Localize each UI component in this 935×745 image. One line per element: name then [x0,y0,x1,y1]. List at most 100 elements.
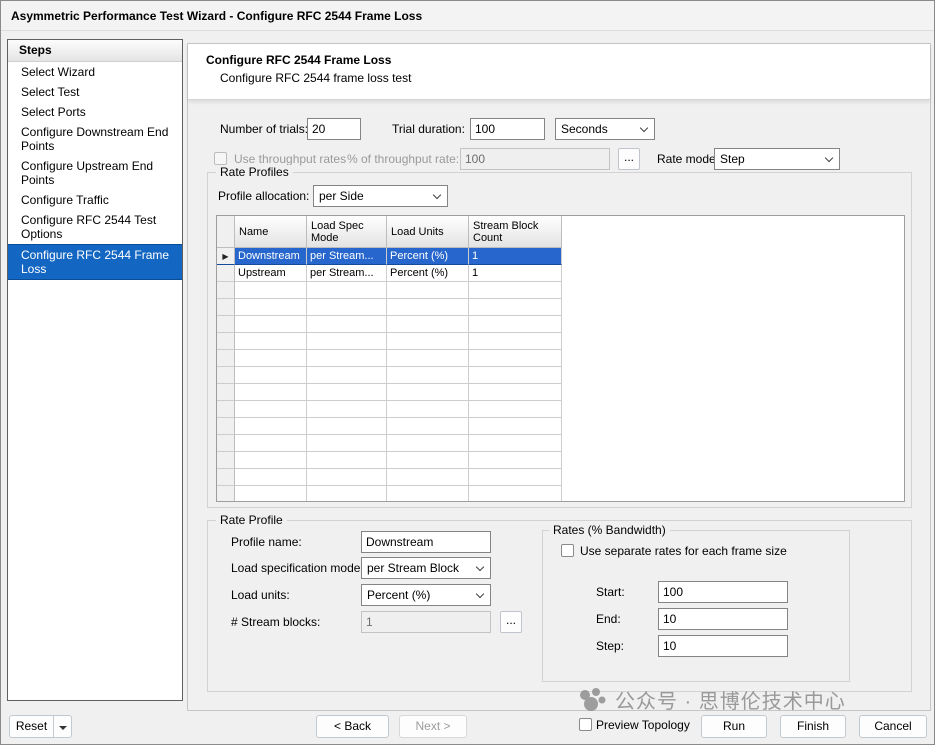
table-cell[interactable] [387,401,469,418]
table-cell[interactable]: 1 [469,248,562,265]
table-row[interactable] [217,316,904,333]
row-selector[interactable] [217,469,235,486]
table-cell[interactable] [469,316,562,333]
table-cell[interactable]: Percent (%) [387,265,469,282]
table-cell[interactable] [387,418,469,435]
sidebar-item[interactable]: Configure Traffic [8,190,182,210]
table-cell[interactable] [387,316,469,333]
table-cell[interactable] [235,401,307,418]
table-cell[interactable]: per Stream... [307,265,387,282]
sidebar-item[interactable]: Configure RFC 2544 Test Options [8,210,182,244]
table-cell[interactable] [387,350,469,367]
row-selector[interactable] [217,265,235,282]
table-row[interactable] [217,333,904,350]
table-cell[interactable] [387,384,469,401]
table-cell[interactable]: 1 [469,265,562,282]
row-selector[interactable]: ▶ [217,248,235,265]
table-row[interactable] [217,418,904,435]
table-row[interactable] [217,367,904,384]
table-cell[interactable] [469,418,562,435]
profile-allocation-select[interactable]: per Side [313,185,448,207]
table-cell[interactable] [235,367,307,384]
table-cell[interactable] [235,384,307,401]
table-row[interactable] [217,401,904,418]
table-cell[interactable] [469,486,562,502]
row-selector[interactable] [217,418,235,435]
table-cell[interactable] [469,350,562,367]
start-input[interactable] [658,581,788,603]
sidebar-item[interactable]: Select Ports [8,102,182,122]
table-cell[interactable] [235,299,307,316]
table-cell[interactable] [235,316,307,333]
table-row[interactable] [217,435,904,452]
table-cell[interactable] [307,469,387,486]
table-cell[interactable] [387,452,469,469]
row-selector[interactable] [217,384,235,401]
table-row[interactable] [217,350,904,367]
row-selector[interactable] [217,452,235,469]
table-cell[interactable] [307,418,387,435]
table-cell[interactable] [307,299,387,316]
table-cell[interactable] [307,401,387,418]
number-of-trials-input[interactable] [307,118,361,140]
table-cell[interactable] [469,469,562,486]
row-selector[interactable] [217,486,235,502]
table-cell[interactable] [235,350,307,367]
sidebar-item[interactable]: Select Wizard [8,62,182,82]
table-cell[interactable] [469,452,562,469]
table-cell[interactable] [469,401,562,418]
reset-button[interactable]: Reset [9,715,54,738]
row-selector[interactable] [217,435,235,452]
profile-name-input[interactable] [361,531,491,553]
sidebar-item[interactable]: Configure Upstream End Points [8,156,182,190]
table-cell[interactable] [469,367,562,384]
sidebar-item[interactable]: Select Test [8,82,182,102]
table-cell[interactable] [469,384,562,401]
finish-button[interactable]: Finish [780,715,846,738]
table-cell[interactable] [387,469,469,486]
reset-dropdown-button[interactable] [54,715,72,738]
table-row[interactable]: ▶Downstreamper Stream...Percent (%)1 [217,248,904,265]
table-cell[interactable] [235,486,307,502]
column-header-load-spec-mode[interactable]: Load Spec Mode [307,216,387,248]
table-cell[interactable] [387,333,469,350]
table-cell[interactable] [469,333,562,350]
column-header-name[interactable]: Name [235,216,307,248]
trial-duration-unit-select[interactable]: Seconds [555,118,655,140]
sidebar-item[interactable]: Configure RFC 2544 Frame Loss [8,244,182,280]
row-selector[interactable] [217,350,235,367]
back-button[interactable]: < Back [316,715,389,738]
table-cell[interactable]: Percent (%) [387,248,469,265]
table-cell[interactable] [387,435,469,452]
table-row[interactable] [217,469,904,486]
row-selector[interactable] [217,316,235,333]
table-cell[interactable] [469,282,562,299]
table-cell[interactable] [469,435,562,452]
preview-topology-checkbox[interactable] [579,718,592,731]
separate-rates-checkbox[interactable] [561,544,574,557]
table-cell[interactable] [307,486,387,502]
row-selector[interactable] [217,299,235,316]
table-cell[interactable] [307,333,387,350]
table-row[interactable] [217,486,904,502]
table-cell[interactable] [307,282,387,299]
table-cell[interactable] [387,299,469,316]
table-cell[interactable] [307,316,387,333]
table-cell[interactable] [307,367,387,384]
table-cell[interactable] [387,282,469,299]
row-selector[interactable] [217,333,235,350]
pct-browse-button[interactable]: ... [618,148,640,170]
table-row[interactable] [217,282,904,299]
table-cell[interactable] [235,435,307,452]
table-cell[interactable] [307,384,387,401]
table-cell[interactable] [307,452,387,469]
table-cell[interactable] [307,435,387,452]
table-cell[interactable]: Downstream [235,248,307,265]
row-selector[interactable] [217,367,235,384]
row-selector[interactable] [217,282,235,299]
table-cell[interactable] [469,299,562,316]
stream-blocks-browse-button[interactable]: ... [500,611,522,633]
trial-duration-input[interactable] [470,118,545,140]
use-throughput-rates-checkbox[interactable] [214,152,227,165]
end-input[interactable] [658,608,788,630]
